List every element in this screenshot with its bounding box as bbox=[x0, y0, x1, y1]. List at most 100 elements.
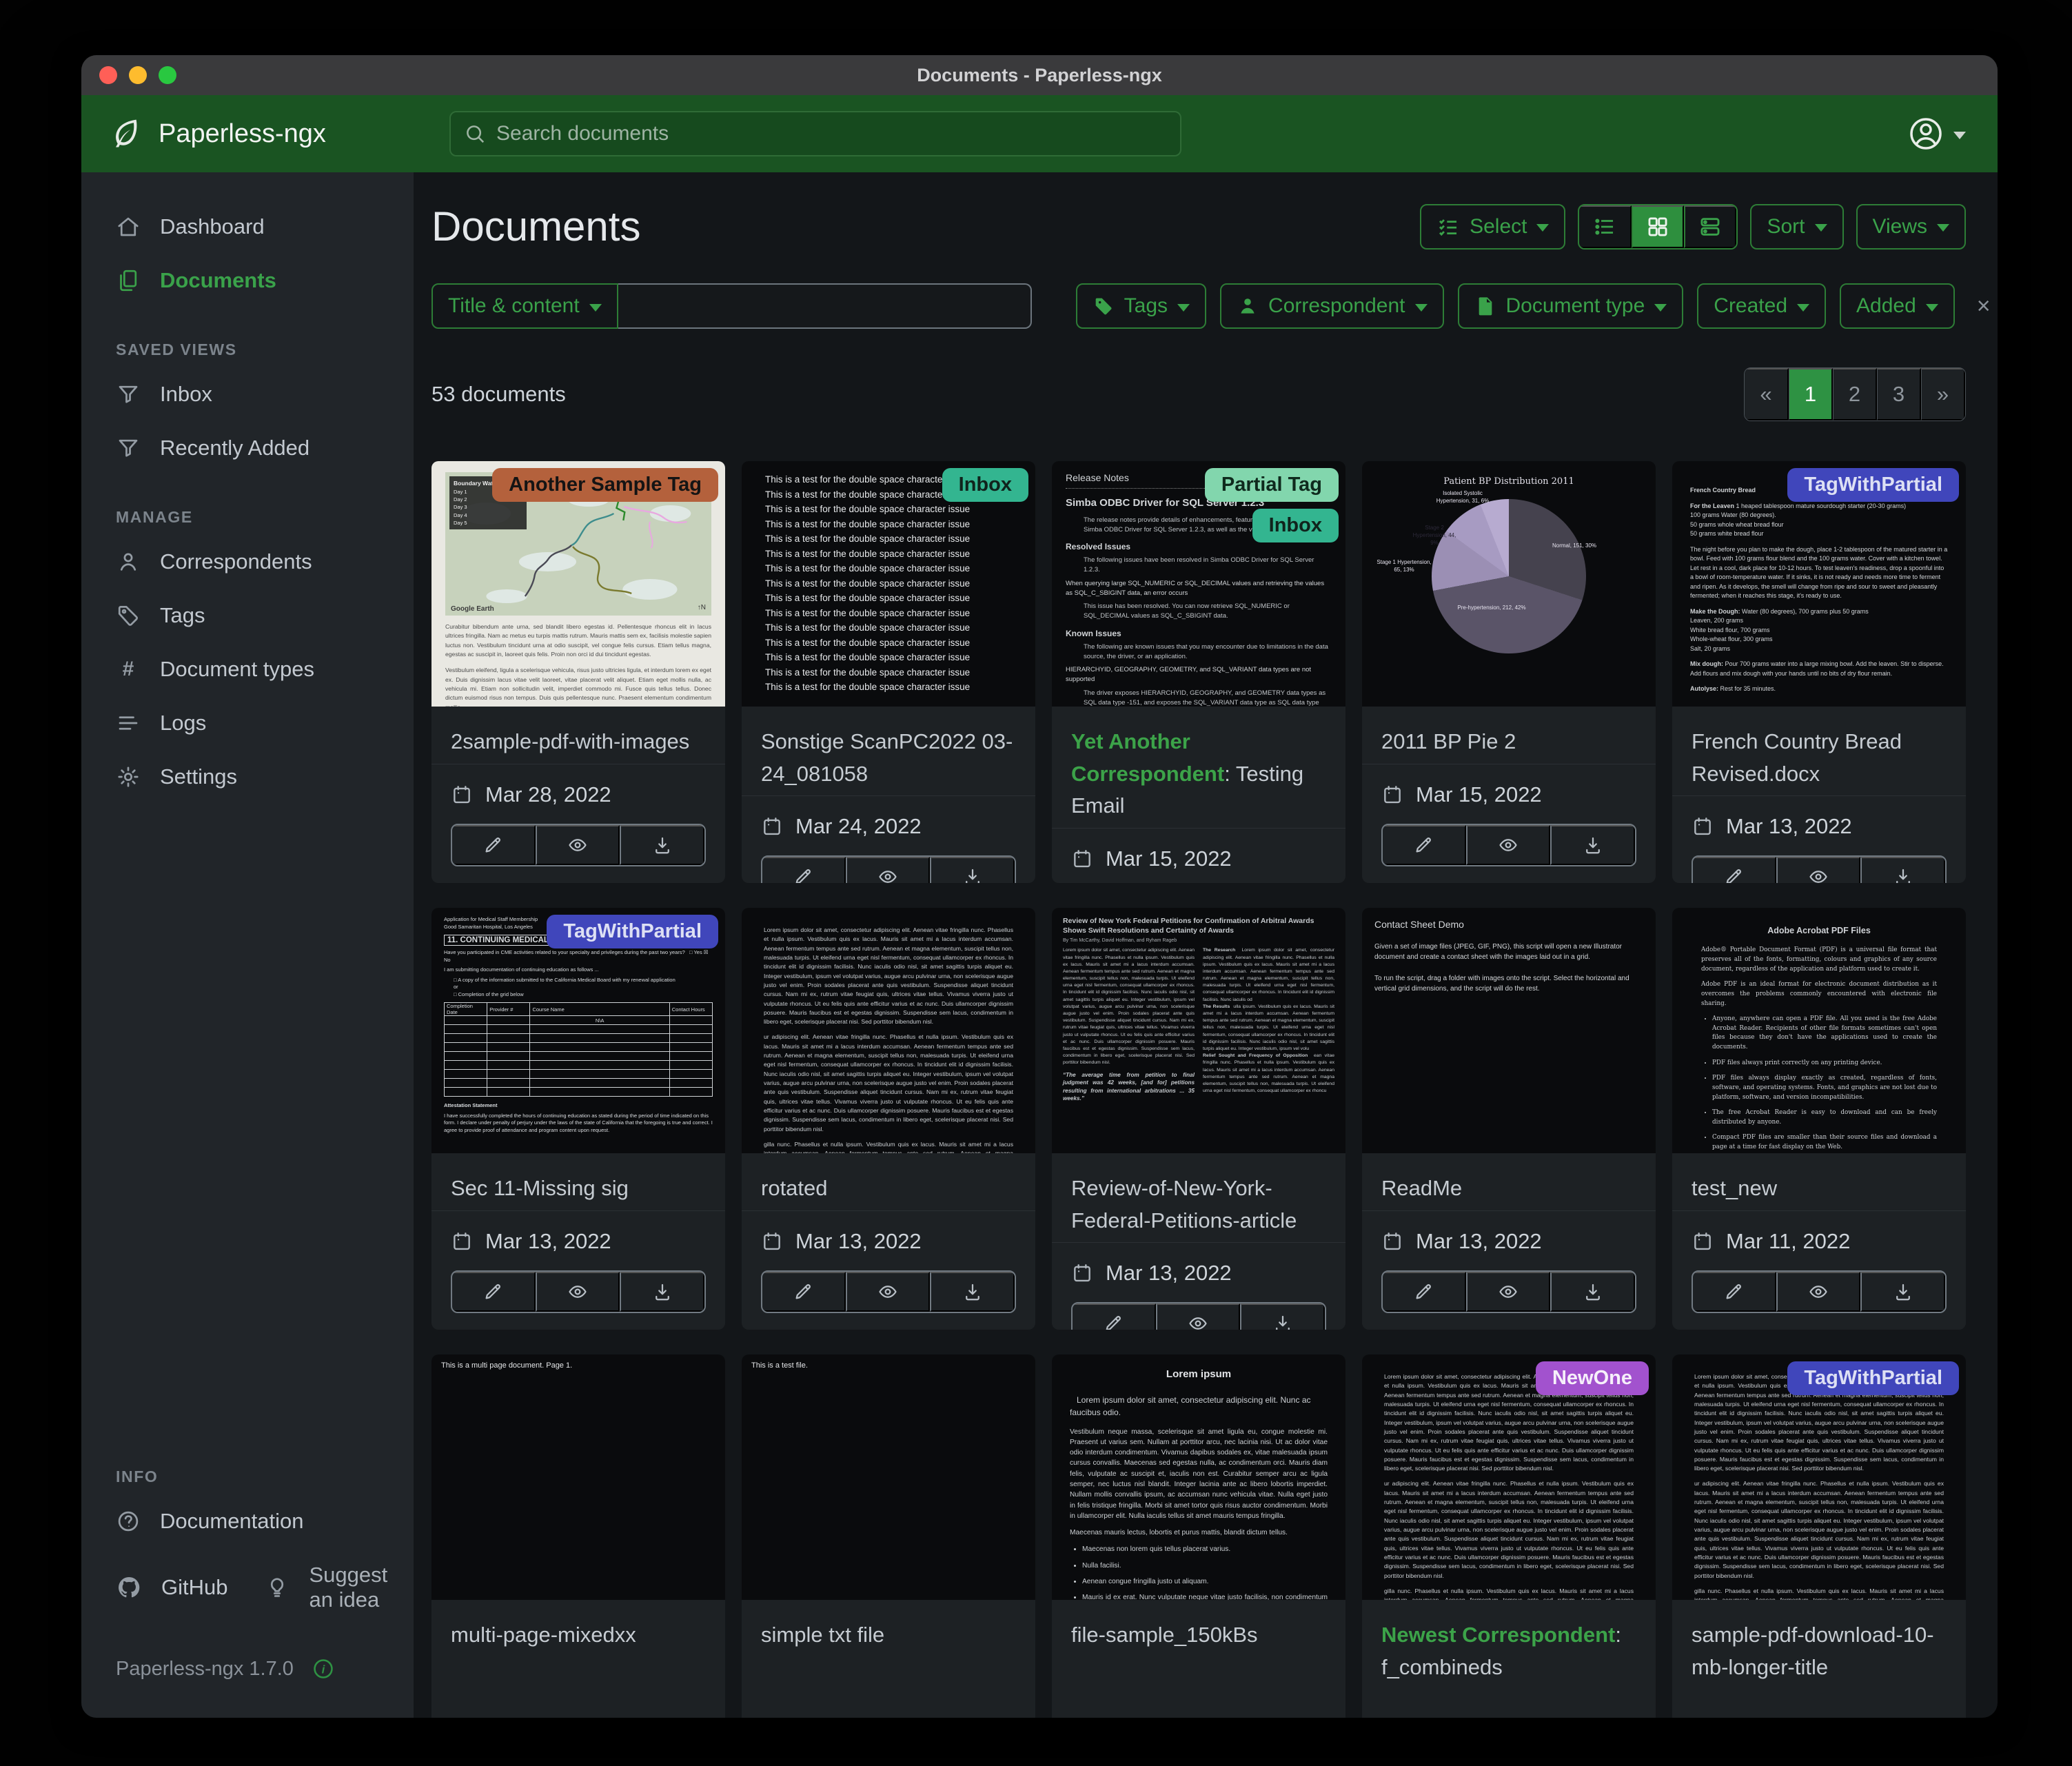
document-thumbnail[interactable]: Application for Medical Staff Membership… bbox=[431, 908, 725, 1153]
sidebar-item-documents[interactable]: Documents bbox=[81, 254, 414, 307]
document-thumbnail[interactable]: Lorem ipsum dolor sit amet, consectetur … bbox=[1672, 1354, 1966, 1600]
search-box[interactable] bbox=[449, 111, 1181, 156]
sidebar-item-inbox[interactable]: Inbox bbox=[81, 367, 414, 421]
document-title[interactable]: rotated bbox=[761, 1173, 1016, 1205]
title-content-filter-button[interactable]: Title & content bbox=[431, 283, 618, 329]
edit-document-button[interactable] bbox=[1383, 1272, 1466, 1312]
document-thumbnail[interactable]: Boundary Waters TripDay 1Day 2Day 3Day 4… bbox=[431, 461, 725, 707]
reset-filters-button[interactable]: × Reset filters bbox=[1977, 294, 1998, 318]
tag-badge[interactable]: TagWithPartial bbox=[1787, 468, 1959, 502]
document-title[interactable]: file-sample_150kBs bbox=[1071, 1619, 1326, 1652]
grid-view-button[interactable] bbox=[1632, 205, 1684, 248]
tag-badge[interactable]: Inbox bbox=[1252, 509, 1339, 542]
download-document-button[interactable] bbox=[620, 825, 704, 865]
document-title[interactable]: 2011 BP Pie 2 bbox=[1381, 726, 1636, 758]
document-thumbnail[interactable]: Lorem ipsum dolor sit amet, consectetur … bbox=[742, 908, 1035, 1153]
document-title[interactable]: 2sample-pdf-with-images bbox=[451, 726, 706, 758]
added-filter-button[interactable]: Added bbox=[1840, 283, 1955, 329]
sidebar-item-dashboard[interactable]: Dashboard bbox=[81, 200, 414, 254]
title-content-filter-input[interactable] bbox=[618, 283, 1032, 329]
search-input[interactable] bbox=[496, 122, 1168, 145]
edit-document-button[interactable] bbox=[762, 857, 846, 883]
account-menu[interactable] bbox=[1907, 114, 1966, 153]
document-title[interactable]: test_new bbox=[1692, 1173, 1947, 1205]
sidebar-item-github[interactable]: GitHub bbox=[81, 1560, 227, 1615]
document-thumbnail[interactable]: Lorem ipsum dolor sit amet, consectetur … bbox=[1362, 1354, 1656, 1600]
sidebar-item-recently-added[interactable]: Recently Added bbox=[81, 421, 414, 475]
view-document-button[interactable] bbox=[536, 1272, 620, 1312]
download-document-button[interactable] bbox=[1550, 1272, 1635, 1312]
tag-badge[interactable]: TagWithPartial bbox=[547, 915, 718, 948]
tag-badge[interactable]: Inbox bbox=[942, 468, 1028, 502]
view-document-button[interactable] bbox=[846, 1272, 931, 1312]
document-title[interactable]: Review-of-New-York-Federal-Petitions-art… bbox=[1071, 1173, 1326, 1237]
view-document-button[interactable] bbox=[846, 857, 931, 883]
sidebar-item-settings[interactable]: Settings bbox=[81, 750, 414, 804]
document-type-filter-button[interactable]: Document type bbox=[1458, 283, 1684, 329]
view-document-button[interactable] bbox=[1466, 1272, 1551, 1312]
views-button[interactable]: Views bbox=[1856, 204, 1966, 250]
download-document-button[interactable] bbox=[620, 1272, 704, 1312]
tags-filter-button[interactable]: Tags bbox=[1076, 283, 1206, 329]
document-title[interactable]: sample-pdf-download-10-mb-longer-title bbox=[1692, 1619, 1947, 1683]
document-thumbnail[interactable]: This is a test file. bbox=[742, 1354, 1035, 1600]
document-thumbnail[interactable]: Release Notes Simba ODBC Driver for SQL … bbox=[1052, 461, 1345, 707]
document-thumbnail[interactable]: Lorem ipsum Lorem ipsum dolor sit amet, … bbox=[1052, 1354, 1345, 1600]
tag-badge[interactable]: TagWithPartial bbox=[1787, 1361, 1959, 1395]
download-document-button[interactable] bbox=[1550, 825, 1635, 865]
edit-document-button[interactable] bbox=[1383, 825, 1466, 865]
document-thumbnail[interactable]: Review of New York Federal Petitions for… bbox=[1052, 908, 1345, 1153]
view-document-button[interactable] bbox=[1466, 825, 1551, 865]
document-title[interactable]: Newest Correspondent: f_combineds bbox=[1381, 1619, 1636, 1683]
sidebar-item-logs[interactable]: Logs bbox=[81, 696, 414, 750]
document-title[interactable]: simple txt file bbox=[761, 1619, 1016, 1652]
edit-document-button[interactable] bbox=[1693, 1272, 1776, 1312]
info-icon[interactable]: i bbox=[312, 1657, 335, 1681]
download-document-button[interactable] bbox=[1240, 1303, 1325, 1330]
document-correspondent[interactable]: Yet Another Correspondent bbox=[1071, 729, 1224, 786]
edit-document-button[interactable] bbox=[1073, 1303, 1156, 1330]
app-brand[interactable]: Paperless-ngx bbox=[109, 116, 420, 152]
view-document-button[interactable] bbox=[1776, 857, 1861, 883]
download-document-button[interactable] bbox=[930, 857, 1015, 883]
download-document-button[interactable] bbox=[1860, 1272, 1945, 1312]
tag-badge[interactable]: NewOne bbox=[1536, 1361, 1649, 1395]
document-thumbnail[interactable]: This is a multi page document. Page 1. bbox=[431, 1354, 725, 1600]
document-title[interactable]: multi-page-mixedxx bbox=[451, 1619, 706, 1652]
pagination-page-2[interactable]: 2 bbox=[1833, 368, 1877, 420]
document-title[interactable]: Sec 11-Missing sig bbox=[451, 1173, 706, 1205]
pagination-next-button[interactable]: » bbox=[1921, 368, 1965, 420]
select-button[interactable]: Select bbox=[1420, 204, 1565, 250]
download-document-button[interactable] bbox=[1860, 857, 1945, 883]
document-title[interactable]: Sonstige ScanPC2022 03-24_081058 bbox=[761, 726, 1016, 790]
created-filter-button[interactable]: Created bbox=[1697, 283, 1826, 329]
edit-document-button[interactable] bbox=[1693, 857, 1776, 883]
document-title[interactable]: French Country Bread Revised.docx bbox=[1692, 726, 1947, 790]
pagination-prev-button[interactable]: « bbox=[1745, 368, 1789, 420]
view-document-button[interactable] bbox=[536, 825, 620, 865]
sidebar-item-document-types[interactable]: # Document types bbox=[81, 642, 414, 696]
view-document-button[interactable] bbox=[1776, 1272, 1861, 1312]
view-document-button[interactable] bbox=[1156, 1303, 1241, 1330]
edit-document-button[interactable] bbox=[452, 825, 536, 865]
sidebar-item-correspondents[interactable]: Correspondents bbox=[81, 535, 414, 589]
download-document-button[interactable] bbox=[930, 1272, 1015, 1312]
sidebar-item-tags[interactable]: Tags bbox=[81, 589, 414, 642]
document-thumbnail[interactable]: French Country BreadFor the Leaven 1 hea… bbox=[1672, 461, 1966, 707]
tag-badge[interactable]: Partial Tag bbox=[1205, 468, 1339, 502]
edit-document-button[interactable] bbox=[452, 1272, 536, 1312]
correspondent-filter-button[interactable]: Correspondent bbox=[1220, 283, 1443, 329]
detail-view-button[interactable] bbox=[1684, 205, 1736, 248]
pagination-page-3[interactable]: 3 bbox=[1877, 368, 1921, 420]
pagination-page-1[interactable]: 1 bbox=[1789, 368, 1833, 420]
tag-badge[interactable]: Another Sample Tag bbox=[492, 468, 718, 502]
sort-button[interactable]: Sort bbox=[1750, 204, 1843, 250]
document-thumbnail[interactable]: Patient BP Distribution 2011 Normal, 151… bbox=[1362, 461, 1656, 707]
list-view-button[interactable] bbox=[1579, 205, 1632, 248]
document-thumbnail[interactable]: Adobe Acrobat PDF FilesAdobe® Portable D… bbox=[1672, 908, 1966, 1153]
sidebar-item-suggest-an-idea[interactable]: Suggest an idea bbox=[245, 1548, 414, 1627]
document-thumbnail[interactable]: This is a test for the double space char… bbox=[742, 461, 1035, 707]
sidebar-item-documentation[interactable]: Documentation bbox=[81, 1494, 414, 1548]
document-title[interactable]: Yet Another Correspondent: Testing Email bbox=[1071, 726, 1326, 822]
edit-document-button[interactable] bbox=[762, 1272, 846, 1312]
